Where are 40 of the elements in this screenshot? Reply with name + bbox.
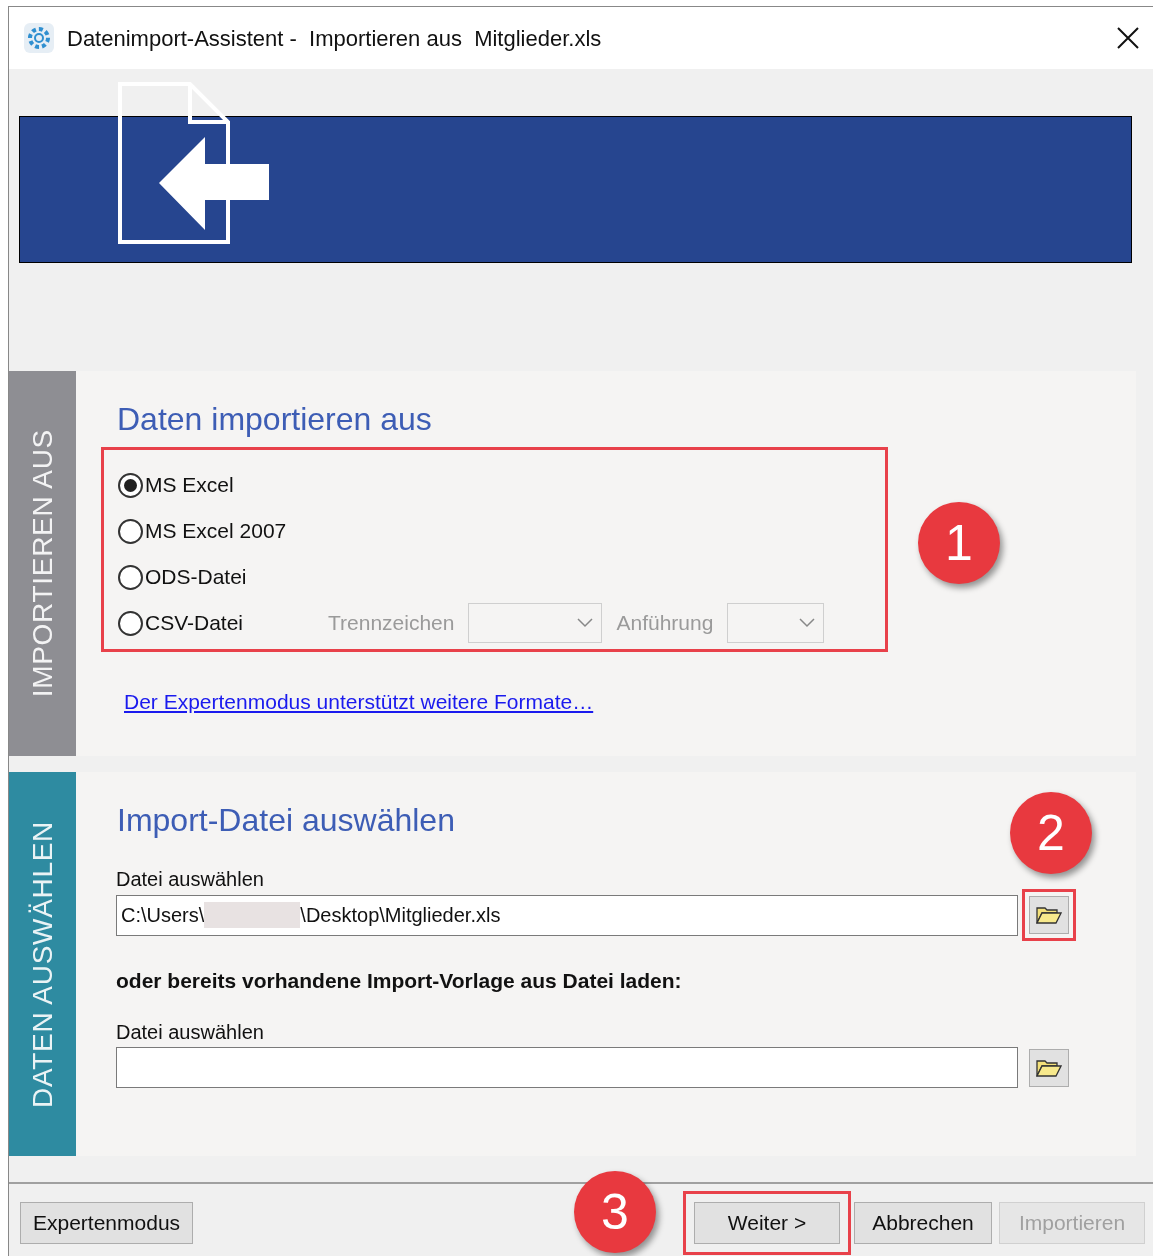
section-note: oder bereits vorhandene Import-Vorlage aus Datei laden: (116, 968, 683, 994)
radio-button[interactable] (118, 610, 143, 636)
expert-mode-link[interactable]: Der Expertenmodus unterstützt weitere Formate… (124, 686, 594, 718)
close-icon[interactable] (1117, 27, 1139, 49)
footer-button[interactable]: Expertenmodus (20, 1202, 194, 1244)
file-import-icon (117, 81, 271, 245)
field-label: Datei auswählen (116, 1019, 265, 1045)
section-tab-label: IMPORTIEREN AUS (25, 429, 59, 698)
footer-button[interactable]: Abbrechen (854, 1202, 992, 1244)
path-text: C:\Users\ (121, 903, 205, 928)
radio-option[interactable]: MS Excel 2007 (118, 515, 328, 547)
folder-icon (1036, 905, 1062, 925)
radio-button[interactable] (118, 564, 143, 590)
radio-label: CSV-Datei (145, 610, 244, 637)
radio-label: MS Excel (145, 472, 234, 499)
radio-button[interactable] (118, 518, 143, 544)
setting-label: Trennzeichen (328, 610, 455, 637)
chevron-down-icon (799, 618, 816, 628)
chevron-down-icon (577, 618, 594, 628)
section-heading: Daten importieren aus (117, 400, 432, 439)
path-text: \Desktop\Mitglieder.xls (300, 903, 501, 928)
browse-button[interactable] (1029, 1048, 1069, 1087)
radio-option[interactable]: ODS-Datei (118, 561, 328, 593)
file-path-field[interactable]: C:\Users\ \Desktop\Mitglieder.xls (116, 894, 1018, 936)
gear-icon (23, 22, 55, 54)
radio-button[interactable] (118, 472, 143, 498)
section-tab-label: DATEN AUSWÄHLEN (25, 820, 59, 1108)
setting-label: Anführung (616, 610, 714, 637)
radio-label: MS Excel 2007 (145, 518, 287, 545)
radio-option[interactable]: CSV-Datei (118, 607, 328, 639)
browse-button[interactable] (1029, 896, 1069, 934)
radio-option[interactable]: MS Excel (118, 469, 328, 501)
window-title: Datenimport-Assistent - Importieren aus Mitglieder.xls (67, 24, 603, 53)
footer-button[interactable]: Weiter > (694, 1202, 840, 1244)
folder-icon (1036, 1057, 1062, 1078)
section-heading: Import-Datei auswählen (117, 801, 455, 840)
file-path-field[interactable] (116, 1047, 1018, 1088)
field-label: Datei auswählen (116, 867, 265, 892)
radio-label: ODS-Datei (145, 564, 247, 591)
callout-badge: 3 (574, 1171, 656, 1253)
